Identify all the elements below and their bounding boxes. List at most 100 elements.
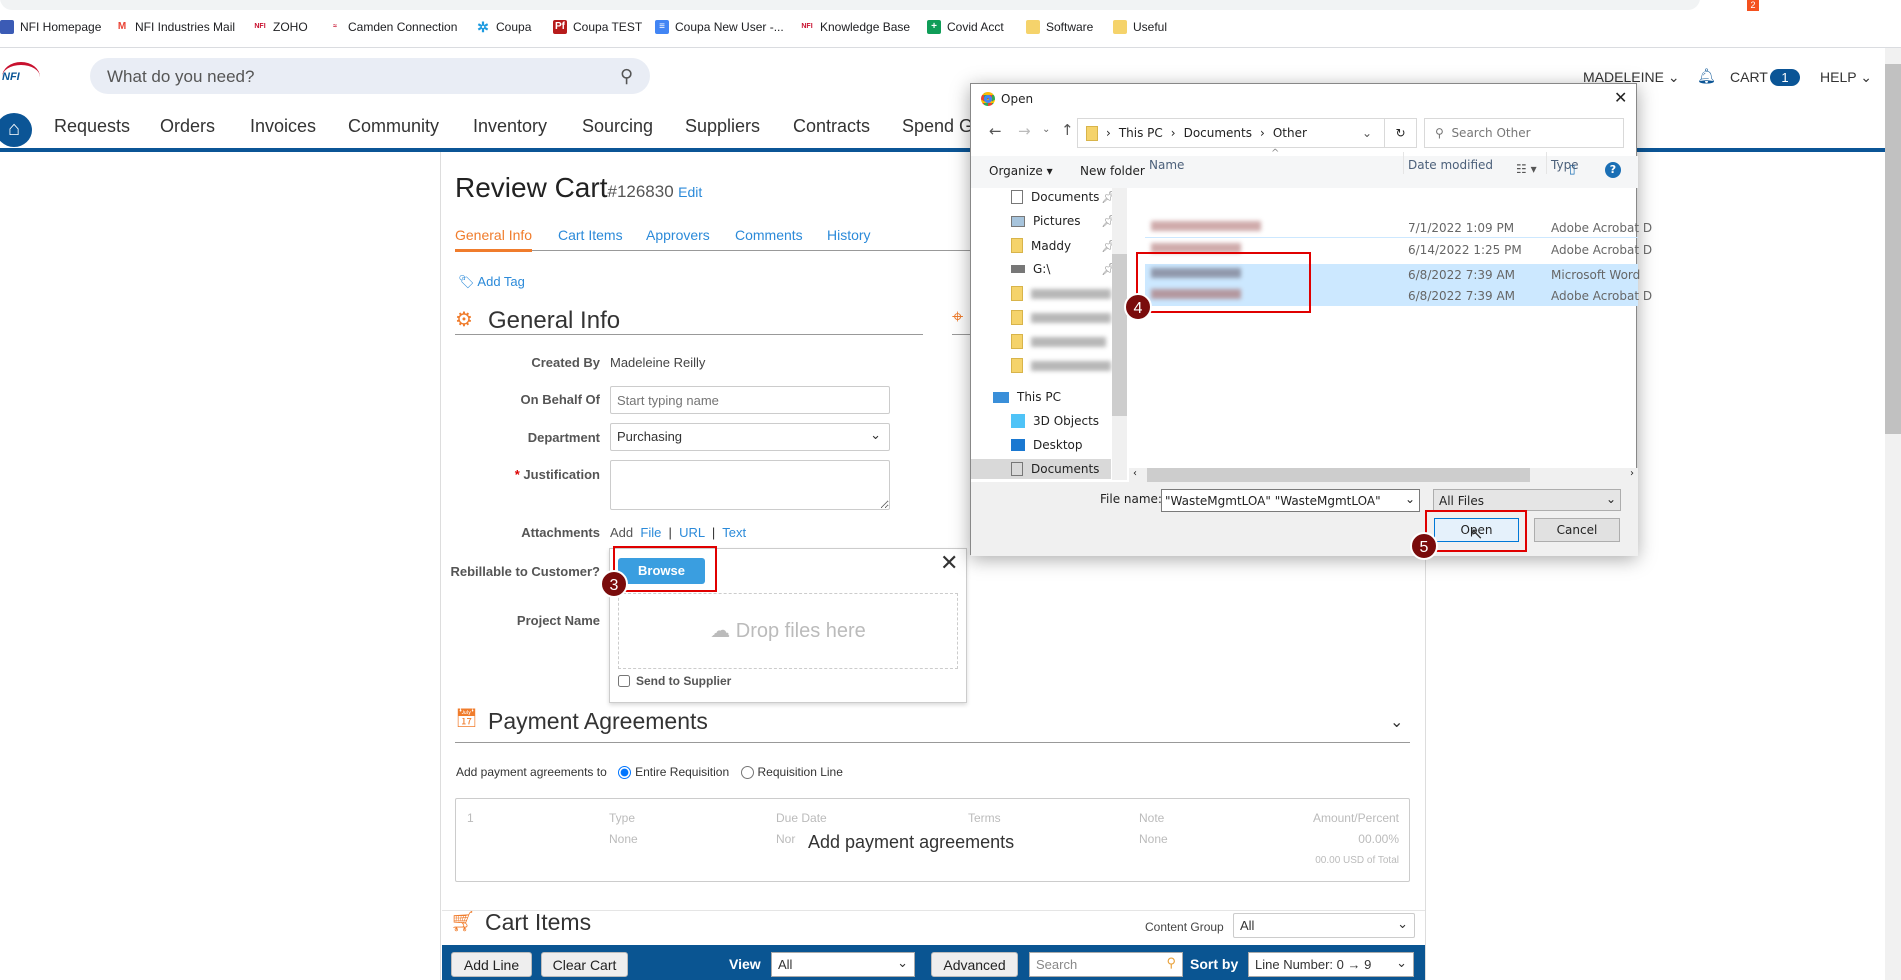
up-arrow-icon[interactable]: ↑ [1061,121,1074,139]
scroll-left-icon[interactable]: ‹ [1133,468,1137,479]
search-icon[interactable]: ⚲ [620,66,633,87]
column-name[interactable]: Name [1149,158,1184,172]
nav-item[interactable]: Documents 📌︎ [1011,190,1116,204]
justification-textarea[interactable] [610,460,890,510]
entire-requisition-radio[interactable] [618,765,632,779]
nav-invoices[interactable]: Invoices [250,116,316,137]
add-url-link[interactable]: URL [679,525,705,540]
add-text-link[interactable]: Text [722,525,746,540]
nav-contracts[interactable]: Contracts [793,116,870,137]
tab-comments[interactable]: Comments [735,227,803,243]
chevron-down-icon[interactable]: ⌄ [1362,126,1372,140]
cancel-button[interactable]: Cancel [1534,518,1620,542]
edit-link[interactable]: Edit [678,184,702,200]
nav-item-redacted[interactable] [1011,334,1106,349]
nav-item-redacted[interactable] [1011,310,1111,325]
nav-inventory[interactable]: Inventory [473,116,547,137]
nav-item[interactable]: Pictures 📌︎ [1011,214,1116,228]
address-bar[interactable] [0,0,1700,10]
add-file-link[interactable]: File [640,525,661,540]
close-icon[interactable]: ✕ [940,550,958,576]
column-type[interactable]: Type [1551,158,1579,172]
column-date-modified[interactable]: Date modified [1408,158,1493,172]
nav-item-redacted[interactable] [1011,358,1111,373]
bookmark[interactable]: ✲ Coupa [476,20,531,34]
nav-requests[interactable]: Requests [54,116,130,137]
back-arrow-icon[interactable]: ← [989,122,1002,140]
nav-item[interactable]: Desktop [1011,438,1083,452]
column-divider[interactable] [1403,152,1404,174]
nav-this-pc[interactable]: This PC [993,390,1061,404]
content-group-select[interactable]: All ⌄ [1233,913,1415,938]
extension-badge[interactable]: 2 [1747,0,1759,11]
department-select[interactable]: Purchasing ⌄ [610,423,890,451]
nfi-logo[interactable]: NFI [2,62,40,92]
search-icon[interactable]: ⚲ [1166,955,1176,971]
tab-cart-items[interactable]: Cart Items [558,227,623,243]
column-divider[interactable] [1546,152,1547,174]
add-tag-link[interactable]: 🏷︎ Add Tag [458,274,525,290]
new-folder-button[interactable]: New folder [1080,164,1145,178]
bookmark[interactable]: + Covid Acct [927,20,1004,34]
on-behalf-of-input[interactable] [610,386,890,414]
organize-menu[interactable]: Organize ▾ [989,164,1053,178]
bell-icon[interactable]: 🔔︎ [1697,67,1716,85]
nav-item[interactable]: 3D Objects [1011,414,1099,428]
cart-link[interactable]: CART [1730,69,1768,85]
bookmark[interactable]: NFI ZOHO [253,20,307,34]
recent-chevron-icon[interactable]: ⌄ [1042,124,1050,135]
help-menu[interactable]: HELP ⌄ [1820,69,1872,86]
file-name-input[interactable]: "WasteMgmtLOA" "WasteMgmtLOA" ⌄ [1161,489,1420,512]
tab-history[interactable]: History [827,227,871,243]
nav-item-redacted[interactable] [1011,286,1111,301]
close-icon[interactable]: ✕ [1614,88,1627,107]
file-row[interactable]: 7/1/2022 1:09 PM Adobe Acrobat D [1145,217,1652,238]
home-icon[interactable]: ⌂ [0,113,32,147]
refresh-icon[interactable]: ↻ [1384,119,1416,147]
drop-zone[interactable]: ☁ Drop files here [618,593,958,669]
nav-item[interactable]: Maddy 📌︎ [1011,238,1116,253]
scroll-right-icon[interactable]: › [1630,468,1634,479]
file-type-filter[interactable]: All Files ⌄ [1433,489,1621,511]
tab-approvers[interactable]: Approvers [646,227,710,243]
chevron-down-icon[interactable]: ⌄ [1405,492,1415,506]
bookmark[interactable]: NFI Knowledge Base [800,20,910,34]
scrollbar-thumb[interactable] [1885,64,1901,434]
chevron-down-icon[interactable]: ⌄ [1390,712,1403,732]
breadcrumb-item[interactable]: Documents [1184,126,1252,140]
bookmark[interactable]: Pf Coupa TEST [553,20,642,34]
help-icon[interactable]: ? [1605,162,1621,178]
tab-general-info[interactable]: General Info [455,227,533,252]
view-options-icon[interactable]: ☷ ▾ [1516,162,1537,176]
clear-cart-button[interactable]: Clear Cart [541,952,628,977]
bookmark[interactable]: NFI Homepage [0,20,101,34]
add-payment-agreements-link[interactable]: Add payment agreements [808,832,1015,853]
bookmark[interactable]: ≈ Camden Connection [328,20,457,34]
advanced-button[interactable]: Advanced [931,952,1018,977]
send-to-supplier-checkbox[interactable] [618,675,630,687]
add-line-button[interactable]: Add Line [451,952,532,977]
page-scrollbar[interactable] [1885,48,1901,980]
global-search-input[interactable]: What do you need? [90,58,650,94]
scrollbar-thumb[interactable] [1112,254,1127,416]
dialog-search-input[interactable]: ⚲ Search Other [1424,118,1624,148]
nav-item[interactable]: G:\ 📌︎ [1011,262,1116,276]
breadcrumb-item[interactable]: This PC [1119,126,1163,140]
bookmark-folder[interactable]: Useful [1113,20,1167,34]
nav-sourcing[interactable]: Sourcing [582,116,653,137]
bookmark[interactable]: ≡ Coupa New User -... [655,20,784,34]
bookmark-folder[interactable]: Software [1026,20,1093,34]
nav-suppliers[interactable]: Suppliers [685,116,760,137]
send-to-supplier[interactable]: Send to Supplier [618,674,731,688]
nav-orders[interactable]: Orders [160,116,215,137]
breadcrumb-item[interactable]: Other [1273,126,1307,140]
nav-scrollbar[interactable] [1112,188,1127,480]
sort-select[interactable]: Line Number: 0 → 9 ⌄ [1248,952,1414,977]
horizontal-scrollbar[interactable]: ‹ › [1129,468,1638,482]
view-select[interactable]: All ⌄ [771,952,915,977]
bookmark[interactable]: M NFI Industries Mail [115,20,235,34]
requisition-line-radio[interactable] [740,765,754,779]
cart-search-input[interactable]: Search ⚲ [1029,952,1183,977]
scrollbar-thumb[interactable] [1147,468,1530,482]
path-breadcrumb[interactable]: › This PC › Documents › Other ⌄ ↻ [1077,118,1417,148]
